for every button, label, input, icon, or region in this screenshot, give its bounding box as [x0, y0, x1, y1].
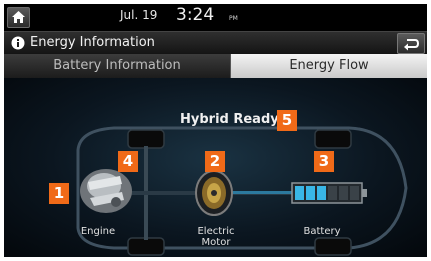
home-icon	[12, 11, 25, 23]
home-button[interactable]	[7, 7, 30, 28]
badge-3: 3	[314, 151, 334, 172]
hybrid-status-text: Hybrid Ready	[180, 112, 279, 127]
head-unit-screen: Jul. 19 3:24 PM Energy Information Batte…	[4, 4, 427, 257]
wheel-rear-top	[314, 129, 352, 149]
badge-1: 1	[49, 183, 69, 204]
electric-motor-graphic	[195, 170, 233, 216]
wheel-front-top	[127, 129, 165, 149]
badge-2: 2	[205, 151, 225, 172]
tab-energy-flow[interactable]: Energy Flow	[231, 54, 427, 78]
back-arrow-icon	[404, 39, 420, 51]
ampm-text: PM	[229, 15, 238, 22]
wheel-rear-bottom	[314, 237, 352, 256]
status-bar: Jul. 19 3:24 PM	[4, 4, 427, 30]
time-text: 3:24	[176, 5, 215, 25]
page-title: Energy Information	[30, 35, 155, 50]
info-icon	[11, 36, 25, 50]
electric-motor-label: Electric Motor	[197, 226, 235, 248]
battery-label: Battery	[303, 226, 341, 237]
engine-graphic	[80, 169, 132, 213]
energy-flow-panel: Hybrid Ready Engine Electric Motor Batte…	[4, 78, 427, 257]
tab-battery-information[interactable]: Battery Information	[4, 54, 231, 78]
battery-graphic	[291, 182, 367, 204]
title-bar: Energy Information	[4, 31, 427, 55]
date-text: Jul. 19	[120, 8, 158, 22]
badge-4: 4	[118, 151, 138, 172]
engine-label: Engine	[80, 226, 116, 237]
badge-5: 5	[277, 110, 297, 131]
wheel-front-bottom	[127, 237, 165, 256]
tab-bar: Battery Information Energy Flow	[4, 54, 427, 78]
back-button[interactable]	[397, 33, 425, 54]
